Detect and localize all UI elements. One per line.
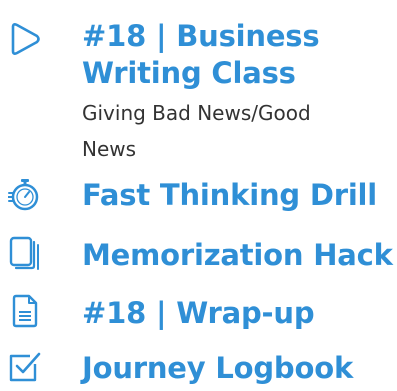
lesson-title-line1: #18 | Business: [82, 19, 320, 53]
lesson-title: Journey Logbook: [82, 351, 354, 385]
stacked-cards-icon: [8, 236, 42, 270]
stopwatch-icon: [8, 178, 42, 212]
lesson-title: Fast Thinking Drill: [82, 178, 378, 212]
lesson-subtitle-line1: Giving Bad News/Good: [82, 101, 311, 125]
lesson-item-fast-thinking-drill[interactable]: Fast Thinking Drill: [0, 170, 397, 220]
lesson-item-business-writing[interactable]: #18 | Business Writing Class Giving Bad …: [0, 0, 397, 161]
lesson-subtitle-line2: News: [82, 137, 137, 161]
lesson-item-memorization-hack[interactable]: Memorization Hack: [0, 230, 397, 280]
lesson-item-wrap-up[interactable]: #18 | Wrap-up: [0, 290, 397, 340]
lesson-title-line2: Writing Class: [82, 56, 296, 90]
lesson-title: Memorization Hack: [82, 238, 393, 272]
play-outline-icon: [8, 22, 42, 56]
lesson-title: #18 | Wrap-up: [82, 296, 315, 330]
checkbox-icon: [8, 349, 42, 383]
document-icon: [8, 294, 42, 328]
lesson-item-journey-logbook[interactable]: Journey Logbook: [0, 345, 397, 391]
